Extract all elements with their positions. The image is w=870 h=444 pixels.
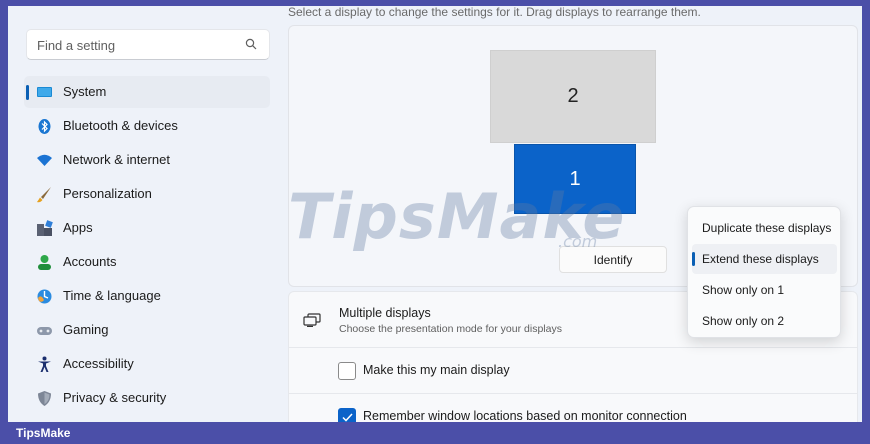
- system-icon: [37, 87, 52, 97]
- sidebar-item-label: Gaming: [63, 322, 109, 337]
- bluetooth-icon: [38, 119, 51, 134]
- brush-icon: [37, 187, 51, 203]
- dropdown-option-label: Show only on 2: [702, 314, 785, 328]
- gamepad-icon: [37, 327, 52, 335]
- sidebar-item-label: Apps: [63, 220, 93, 235]
- multiple-displays-title: Multiple displays: [339, 306, 431, 320]
- footer-brand-bar: TipsMake: [0, 422, 870, 444]
- sidebar-item-label: Network & internet: [63, 152, 170, 167]
- dropdown-option-show-only-1[interactable]: Show only on 1: [692, 275, 837, 305]
- wifi-icon: [37, 154, 52, 166]
- display-mode-dropdown: Duplicate these displays Extend these di…: [687, 206, 841, 338]
- apps-icon: [37, 220, 53, 236]
- monitor-2-number: 2: [567, 85, 579, 107]
- dropdown-option-show-only-2[interactable]: Show only on 2: [692, 306, 837, 336]
- active-indicator: [26, 85, 29, 100]
- monitor-2[interactable]: 2: [490, 50, 656, 143]
- main-display-label: Make this my main display: [363, 363, 510, 377]
- accessibility-icon: [38, 356, 51, 372]
- frame-left-border: [0, 0, 8, 444]
- watermark-suffix: .com: [558, 232, 598, 251]
- sidebar-item-label: System: [63, 84, 107, 99]
- sidebar-item-label: Bluetooth & devices: [63, 118, 178, 133]
- sidebar-item-accounts[interactable]: Accounts: [24, 246, 270, 278]
- remember-locations-label: Remember window locations based on monit…: [363, 409, 687, 423]
- sidebar-item-label: Accounts: [63, 254, 117, 269]
- search-input[interactable]: Find a setting: [26, 29, 270, 60]
- multiple-displays-icon: [303, 313, 321, 327]
- main-display-checkbox[interactable]: [338, 362, 356, 380]
- page-subtitle: Select a display to change the settings …: [288, 5, 701, 19]
- checkmark-icon: [342, 413, 353, 422]
- multiple-displays-description: Choose the presentation mode for your di…: [339, 323, 562, 335]
- selected-indicator: [692, 252, 695, 266]
- sidebar-item-label: Personalization: [63, 186, 152, 201]
- sidebar-item-label: Privacy & security: [63, 390, 167, 405]
- sidebar-item-label: Accessibility: [63, 356, 134, 371]
- search-placeholder: Find a setting: [37, 38, 116, 53]
- dropdown-option-label: Extend these displays: [702, 252, 819, 266]
- sidebar-item-label: Time & language: [63, 288, 161, 303]
- search-icon: [245, 38, 257, 50]
- sidebar-item-system[interactable]: System: [24, 76, 270, 108]
- sidebar-item-accessibility[interactable]: Accessibility: [24, 348, 270, 380]
- dropdown-option-duplicate[interactable]: Duplicate these displays: [692, 213, 837, 243]
- accounts-icon: [38, 255, 51, 270]
- sidebar-item-network[interactable]: Network & internet: [24, 144, 270, 176]
- footer-brand: TipsMake: [16, 426, 71, 440]
- sidebar: Find a setting System Bluetooth & device…: [8, 6, 270, 422]
- sidebar-item-apps[interactable]: Apps: [24, 212, 270, 244]
- sidebar-item-gaming[interactable]: Gaming: [24, 314, 270, 346]
- frame-right-border: [862, 0, 870, 444]
- sidebar-item-bluetooth[interactable]: Bluetooth & devices: [24, 110, 270, 142]
- dropdown-option-extend[interactable]: Extend these displays: [692, 244, 837, 274]
- dropdown-option-label: Duplicate these displays: [702, 221, 832, 235]
- sidebar-item-privacy-security[interactable]: Privacy & security: [24, 382, 270, 414]
- main-display-row: Make this my main display: [288, 348, 858, 394]
- dropdown-option-label: Show only on 1: [702, 283, 785, 297]
- shield-icon: [38, 391, 51, 406]
- sidebar-item-time-language[interactable]: Time & language: [24, 280, 270, 312]
- sidebar-item-personalization[interactable]: Personalization: [24, 178, 270, 210]
- clock-globe-icon: [37, 289, 52, 304]
